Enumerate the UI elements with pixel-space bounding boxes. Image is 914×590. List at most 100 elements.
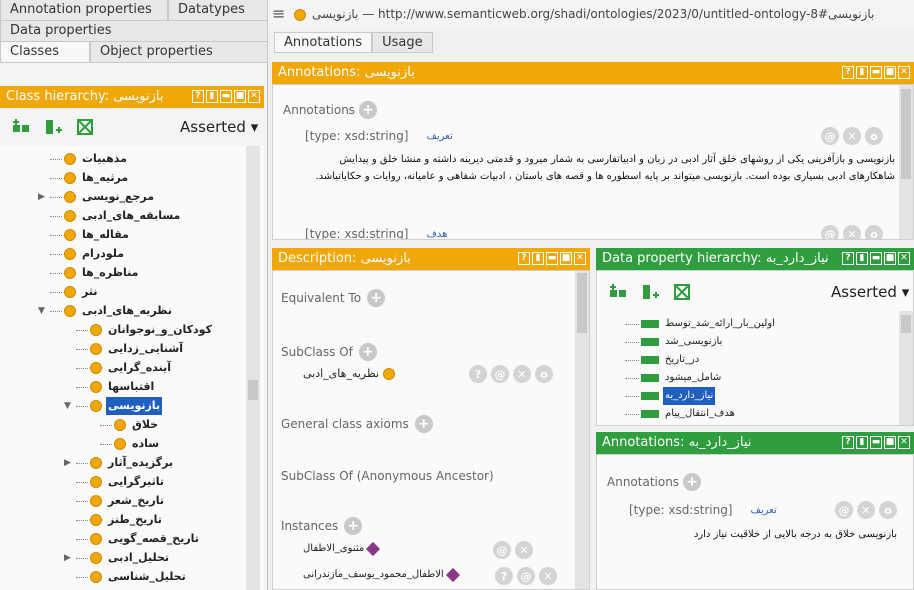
data-property-scroll-thumb[interactable] [901,315,911,333]
data-property-scrollbar[interactable] [899,311,913,425]
close-icon[interactable]: ✕ [574,252,586,265]
property-tree-item[interactable]: شامل_میشود [625,369,723,387]
annotation-property-link[interactable]: تعریف [751,503,777,519]
property-tree-item[interactable]: هدف_انتقال_پیام [625,405,737,423]
tab-usage[interactable]: Usage [372,32,433,53]
add-equivalent-icon[interactable]: + [367,289,386,307]
tab-annotations[interactable]: Annotations [274,32,373,53]
description-scroll-thumb[interactable] [577,273,587,333]
tab-classes[interactable]: Classes [0,42,90,63]
tree-item[interactable]: ساده [88,435,161,453]
instance-item-1[interactable]: مثنوی_الاطفال [303,541,381,556]
help-icon[interactable]: ? [842,252,854,265]
delete-class-icon[interactable] [74,116,96,138]
help-icon[interactable]: ? [518,252,530,265]
tree-item[interactable]: نثر [38,283,99,301]
delete-icon[interactable]: ✕ [515,541,533,559]
close-icon[interactable]: ✕ [898,66,910,79]
delete-property-icon[interactable] [671,281,693,303]
tree-item[interactable]: ▼ بازنویسی [64,397,163,415]
property-tree-item[interactable]: در_تاریخ [625,351,701,369]
annotations-scroll-thumb[interactable] [901,89,911,179]
pin-icon[interactable]: ▮ [856,66,868,79]
maximize-icon[interactable]: ■ [560,252,572,265]
help-icon[interactable]: ? [469,365,487,383]
edit-icon[interactable]: o [865,127,883,145]
tree-item[interactable]: ▼ نظریه_های_ادبی [38,302,174,320]
add-instance-icon[interactable]: + [344,517,363,535]
annotations-scrollbar[interactable] [899,85,913,239]
tree-item[interactable]: اقتباسها [64,378,156,396]
annotate-icon[interactable]: @ [491,365,509,383]
minimize-icon[interactable]: ▬ [220,90,232,103]
class-asserted-dropdown[interactable]: Asserted ▾ [180,116,258,138]
add-subclass-icon[interactable] [10,116,32,138]
tree-item[interactable]: آشنایی_زدایی [64,340,185,358]
tree-item[interactable]: مسابقه_های_ادبی [38,207,182,225]
tree-item[interactable]: مذهبیات [38,150,129,168]
description-scrollbar[interactable] [575,271,589,589]
add-sub-property-icon[interactable] [607,281,629,303]
pin-icon[interactable]: ▮ [206,90,218,103]
annotate-icon[interactable]: @ [821,225,839,239]
tree-item[interactable]: آینده_گرایی [64,359,173,377]
tree-item[interactable]: مرثیه_ها [38,169,130,187]
property-tree-item[interactable]: نیاز_دارد_به [625,387,716,405]
tree-item[interactable]: خلاق [88,416,160,434]
hamburger-icon[interactable]: ≡ [272,4,285,23]
delete-icon[interactable]: ✕ [539,567,557,585]
delete-icon[interactable]: ✕ [857,501,875,519]
minimize-icon[interactable]: ▬ [870,66,882,79]
tree-item[interactable]: مقاله_ها [38,226,131,244]
tree-item[interactable]: تاریخ_شعر [64,492,166,510]
delete-icon[interactable]: ✕ [843,225,861,239]
minimize-icon[interactable]: ▬ [870,252,882,265]
pin-icon[interactable]: ▮ [856,252,868,265]
help-icon[interactable]: ? [842,66,854,79]
pin-icon[interactable]: ▮ [532,252,544,265]
tab-annotation-properties[interactable]: Annotation properties [0,0,168,21]
maximize-icon[interactable]: ■ [234,90,246,103]
expanded-icon[interactable]: ▼ [38,302,50,320]
annotate-icon[interactable]: @ [835,501,853,519]
add-axiom-icon[interactable]: + [414,415,433,433]
annotate-icon[interactable]: @ [517,567,535,585]
help-icon[interactable]: ? [495,567,513,585]
tree-item[interactable]: ملودرام [38,245,126,263]
property-tree-item[interactable]: بازنویسی_شد [625,333,724,351]
annotation-property-link[interactable]: هدف [427,227,448,239]
tree-item[interactable]: کودکان_و_نوجوانان [64,321,214,339]
collapsed-icon[interactable]: ▶ [38,188,50,206]
maximize-icon[interactable]: ■ [884,252,896,265]
collapsed-icon[interactable]: ▶ [64,549,76,567]
data-property-asserted-dropdown[interactable]: Asserted ▾ [831,281,909,303]
edit-icon[interactable]: o [535,365,553,383]
property-tree-item[interactable]: اولین_بار_ارائه_شد_توسط [625,315,777,333]
add-sibling-property-icon[interactable] [639,281,661,303]
tree-item[interactable]: مناظره_ها [38,264,140,282]
add-annotation-icon[interactable]: + [359,101,378,119]
maximize-icon[interactable]: ■ [884,436,896,449]
close-icon[interactable]: ✕ [898,252,910,265]
add-annotation-icon[interactable]: + [683,473,702,491]
delete-icon[interactable]: ✕ [843,127,861,145]
class-tree-scroll-thumb[interactable] [248,380,258,400]
superclass-item[interactable]: نظریه_های_ادبی [303,367,396,380]
expanded-icon[interactable]: ▼ [64,397,76,415]
add-sibling-icon[interactable] [42,116,64,138]
annotate-icon[interactable]: @ [493,541,511,559]
collapsed-icon[interactable]: ▶ [64,454,76,472]
tree-item[interactable]: ▶ تحلیل_ادبی [64,549,171,567]
maximize-icon[interactable]: ■ [884,66,896,79]
help-icon[interactable]: ? [842,436,854,449]
tree-item[interactable]: تاریخ_طنز [64,511,164,529]
tree-item[interactable]: ▶ برگزیده_آثار [64,454,175,472]
pin-icon[interactable]: ▮ [856,436,868,449]
instance-item-2[interactable]: الاطفال_محمود_یوسف_مازندرانی [303,567,460,582]
annotate-icon[interactable]: @ [821,127,839,145]
tab-datatypes[interactable]: Datatypes [168,0,268,21]
tree-item[interactable]: تحلیل_شناسی [64,568,188,586]
class-tree-scrollbar[interactable] [246,146,260,590]
help-icon[interactable]: ? [192,90,204,103]
tree-item[interactable]: تاثیرگرایی [64,473,166,491]
